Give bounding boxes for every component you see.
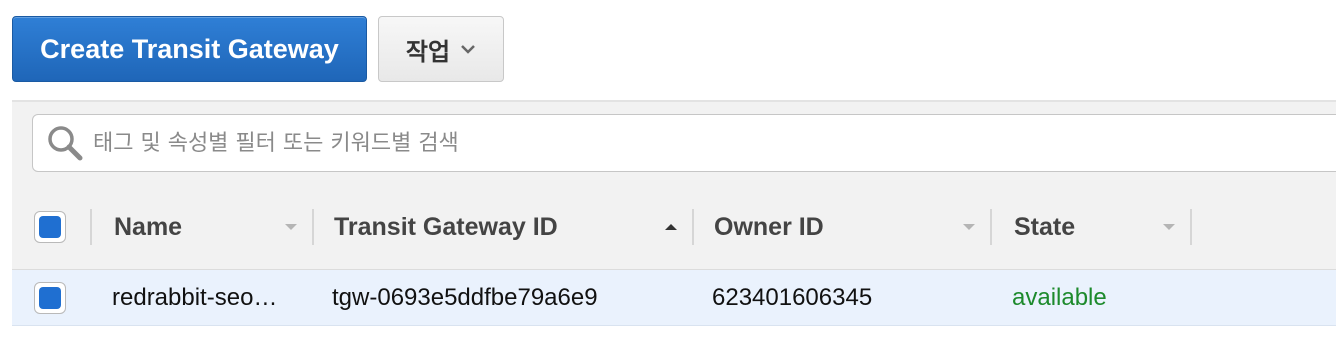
cell-name[interactable]: redrabbit-seo… <box>112 270 277 326</box>
checkbox-fill <box>39 287 61 309</box>
column-header-name-label: Name <box>114 212 183 241</box>
create-transit-gateway-label: Create Transit Gateway <box>40 33 339 64</box>
column-divider <box>1190 209 1192 245</box>
search-input[interactable] <box>93 130 1293 156</box>
column-header-transit-gateway-id-label: Transit Gateway ID <box>334 212 558 241</box>
column-header-state[interactable]: State <box>1014 184 1075 270</box>
cell-owner-id: 623401606345 <box>712 284 873 311</box>
column-header-owner-id-label: Owner ID <box>714 212 824 241</box>
create-transit-gateway-button[interactable]: Create Transit Gateway <box>12 16 367 82</box>
select-all-checkbox[interactable] <box>34 211 66 243</box>
column-header-owner-id[interactable]: Owner ID <box>714 184 824 270</box>
actions-label: 작업 <box>405 38 451 66</box>
actions-dropdown-button[interactable]: 작업 <box>378 16 504 82</box>
column-divider <box>692 209 694 245</box>
search-box[interactable] <box>32 114 1336 172</box>
search-icon <box>48 126 83 161</box>
sort-down-icon[interactable] <box>962 222 976 232</box>
table-header: Name Transit Gateway ID Owner ID State <box>12 184 1336 270</box>
column-divider <box>90 209 92 245</box>
row-checkbox[interactable] <box>34 282 66 314</box>
sort-down-icon[interactable] <box>284 222 298 232</box>
column-header-state-label: State <box>1014 212 1076 241</box>
sort-up-icon[interactable] <box>664 222 678 232</box>
chevron-down-icon <box>461 45 475 54</box>
column-divider <box>312 209 314 245</box>
column-header-transit-gateway-id[interactable]: Transit Gateway ID <box>334 184 558 270</box>
cell-transit-gateway-id: tgw-0693e5ddfbe79a6e9 <box>332 284 598 311</box>
transit-gateway-table: Name Transit Gateway ID Owner ID State r… <box>12 184 1336 326</box>
sort-down-icon[interactable] <box>1162 222 1176 232</box>
checkbox-fill <box>39 216 61 238</box>
column-divider <box>990 209 992 245</box>
table-row[interactable]: redrabbit-seo… tgw-0693e5ddfbe79a6e9 623… <box>12 270 1336 326</box>
toolbar: Create Transit Gateway 작업 <box>12 16 504 82</box>
cell-state-badge: available <box>1012 284 1107 311</box>
column-header-name[interactable]: Name <box>114 184 182 270</box>
filter-bar <box>12 100 1336 184</box>
